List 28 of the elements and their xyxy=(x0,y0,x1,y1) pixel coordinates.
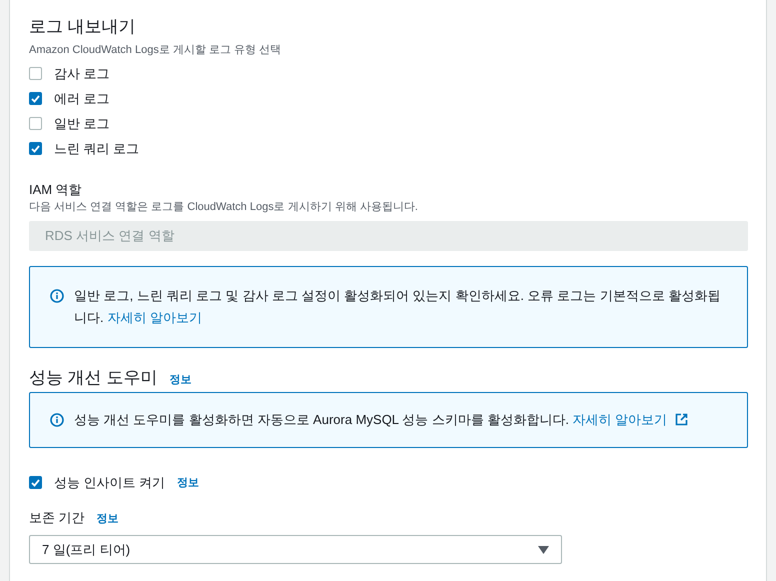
field-description: 다음 서비스 연결 역할은 로그를 CloudWatch Logs로 게시하기 위해 사용됩니다. xyxy=(29,200,419,215)
field-label: IAM 역할 xyxy=(29,181,83,199)
checkbox[interactable] xyxy=(29,142,42,155)
alert-text: 일반 로그, 느린 쿼리 로그 및 감사 로그 설정이 활성화되어 있는지 확인하세요. 오류 로그는 기본적으로 활성화됩니다. 자세히 알아보기 xyxy=(74,287,722,327)
checkbox-label: 일반 로그 xyxy=(54,114,110,132)
checkbox[interactable] xyxy=(29,117,42,130)
checkbox[interactable] xyxy=(29,92,42,105)
info-link[interactable]: 정보 xyxy=(169,372,192,387)
info-link[interactable]: 정보 xyxy=(177,475,200,490)
section-title: 로그 내보내기 xyxy=(29,16,137,38)
checkbox[interactable] xyxy=(29,67,42,80)
section-description: Amazon CloudWatch Logs로 게시할 로그 유형 선택 xyxy=(29,43,282,58)
info-link[interactable]: 정보 xyxy=(96,511,119,526)
checkbox-label: 성능 인사이트 켜기 xyxy=(54,474,166,492)
info-icon xyxy=(50,289,64,303)
learn-more-link[interactable]: 자세히 알아보기 xyxy=(572,412,668,427)
field-label: 보존 기간 xyxy=(29,509,85,527)
retention-select[interactable]: 7 일(프리 티어) xyxy=(29,535,562,564)
checkbox-label: 에러 로그 xyxy=(54,90,110,108)
caret-icon xyxy=(538,546,549,554)
info-icon xyxy=(50,413,64,427)
checkbox-label: 감사 로그 xyxy=(54,64,110,82)
learn-more-link[interactable]: 자세히 알아보기 xyxy=(107,310,202,325)
checkbox[interactable] xyxy=(29,476,42,489)
section-title: 성능 개선 도우미 xyxy=(29,367,158,389)
alert-text: 성능 개선 도우미를 활성화하면 자동으로 Aurora MySQL 성능 스키마를 활성화합니다. 자세히 알아보기 xyxy=(74,409,727,431)
external-link-icon xyxy=(675,413,688,426)
checkbox-label: 느린 쿼리 로그 xyxy=(54,140,140,158)
